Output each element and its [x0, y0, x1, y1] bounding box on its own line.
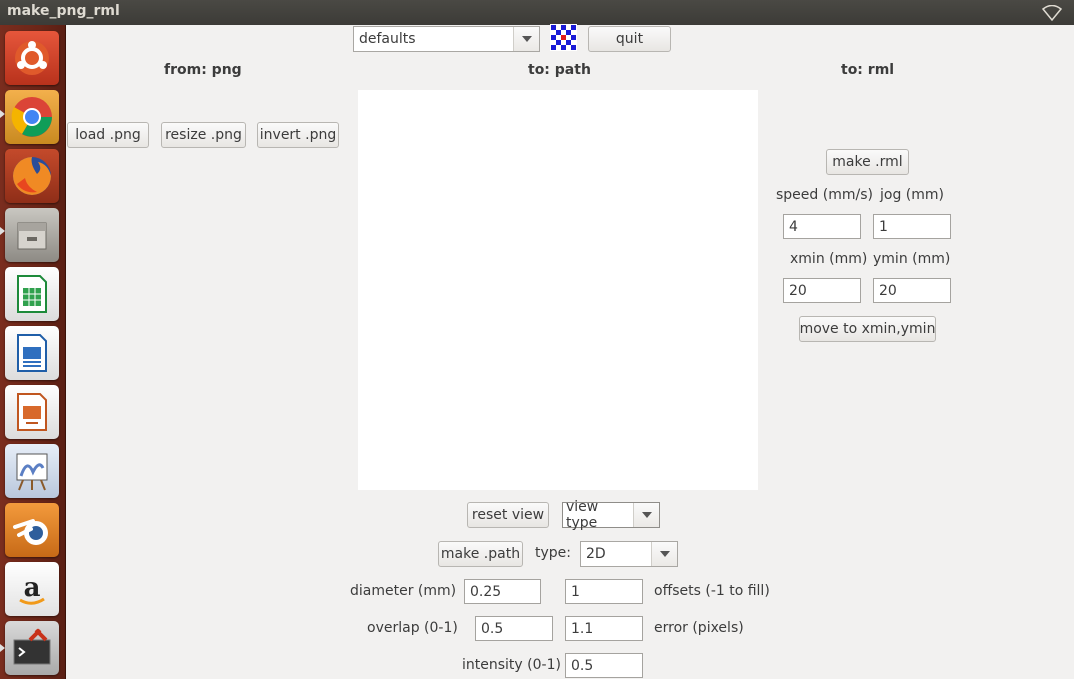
svg-text:a: a	[24, 573, 41, 603]
diameter-label: diameter (mm)	[350, 583, 457, 599]
blender-icon[interactable]	[5, 503, 59, 557]
speed-field[interactable]	[783, 214, 861, 239]
drawing-app-icon[interactable]	[5, 444, 59, 498]
error-field[interactable]	[565, 616, 643, 641]
chevron-down-icon[interactable]	[651, 542, 677, 566]
calc-icon[interactable]	[5, 267, 59, 321]
intensity-label: intensity (0-1)	[462, 657, 561, 673]
xmin-field[interactable]	[783, 278, 861, 303]
fab-logo-icon	[550, 24, 577, 51]
type-value: 2D	[586, 546, 606, 562]
overlap-field[interactable]	[475, 616, 553, 641]
firefox-icon[interactable]	[5, 149, 59, 203]
writer-icon[interactable]	[5, 326, 59, 380]
from-png-header: from: png	[164, 62, 242, 78]
running-indicator	[0, 644, 5, 652]
speed-label: speed (mm/s)	[776, 187, 873, 203]
amazon-icon[interactable]: a	[5, 562, 59, 616]
jog-label: jog (mm)	[880, 187, 944, 203]
overlap-label: overlap (0-1)	[367, 620, 458, 636]
make-rml-button[interactable]: make .rml	[826, 149, 909, 175]
make-path-button[interactable]: make .path	[438, 541, 523, 567]
view-type-value: view type	[566, 499, 599, 531]
move-to-xmin-ymin-button[interactable]: move to xmin,ymin	[799, 316, 936, 342]
impress-icon[interactable]	[5, 385, 59, 439]
path-view-canvas[interactable]	[358, 90, 758, 490]
ymin-label: ymin (mm)	[873, 251, 951, 267]
files-icon[interactable]	[5, 208, 59, 262]
view-type-select[interactable]: view type	[562, 499, 660, 531]
resize-png-button[interactable]: resize .png	[161, 122, 246, 148]
to-path-header: to: path	[528, 62, 591, 78]
diameter-field[interactable]	[464, 579, 541, 604]
offsets-field[interactable]	[565, 579, 643, 604]
chevron-down-icon[interactable]	[633, 503, 659, 527]
defaults-select-value: defaults	[359, 31, 416, 47]
reset-view-button[interactable]: reset view	[467, 502, 549, 528]
window-title: make_png_rml	[7, 3, 120, 19]
defaults-select[interactable]: defaults	[353, 26, 540, 52]
ubuntu-dash-icon[interactable]	[5, 31, 59, 85]
error-label: error (pixels)	[654, 620, 744, 636]
intensity-field[interactable]	[565, 653, 643, 678]
type-label: type:	[535, 545, 571, 561]
to-rml-header: to: rml	[841, 62, 895, 78]
ymin-field[interactable]	[873, 278, 951, 303]
invert-png-button[interactable]: invert .png	[257, 122, 339, 148]
load-png-button[interactable]: load .png	[67, 122, 149, 148]
wifi-icon[interactable]	[1042, 5, 1062, 21]
chromium-icon[interactable]	[5, 90, 59, 144]
unity-launcher: a	[0, 25, 66, 679]
type-select[interactable]: 2D	[580, 541, 678, 567]
xmin-label: xmin (mm)	[790, 251, 868, 267]
chevron-down-icon[interactable]	[513, 27, 539, 51]
quit-button[interactable]: quit	[588, 26, 671, 52]
terminal-tools-icon[interactable]	[5, 621, 59, 675]
offsets-label: offsets (-1 to fill)	[654, 583, 770, 599]
window-titlebar: make_png_rml	[0, 0, 1074, 25]
jog-field[interactable]	[873, 214, 951, 239]
running-indicator	[0, 227, 5, 235]
